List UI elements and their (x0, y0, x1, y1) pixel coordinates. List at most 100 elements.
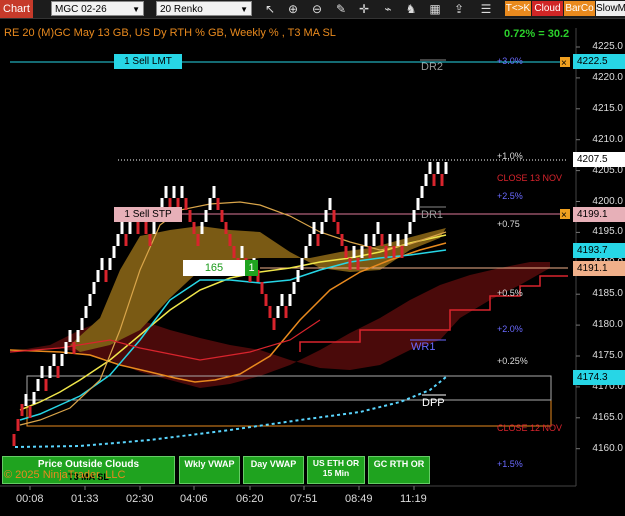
up-brick (212, 186, 216, 198)
range-box-orange (26, 375, 552, 427)
up-brick (292, 282, 296, 294)
down-brick (272, 318, 276, 330)
x-tick-label: 00:08 (16, 493, 44, 505)
down-brick (20, 404, 24, 416)
up-brick (48, 366, 52, 378)
up-brick (92, 282, 96, 294)
order-qty-button[interactable]: 1 (245, 260, 258, 276)
up-brick (288, 294, 292, 306)
down-brick (192, 222, 196, 234)
up-brick (328, 198, 332, 210)
down-brick (284, 306, 288, 318)
pct-0-25-label: +0.25% (497, 356, 528, 366)
sell-lmt-order[interactable]: 1 Sell LMT (114, 54, 182, 69)
chart-title: RE 20 (M)GC May 13 GB, US Dy RTH % GB, W… (4, 27, 336, 39)
up-brick (40, 366, 44, 378)
down-brick (380, 234, 384, 246)
dr2-label: DR2 (421, 61, 444, 73)
price-chart[interactable]: × × (0, 0, 625, 516)
up-brick (372, 234, 376, 246)
down-brick (368, 246, 372, 258)
down-brick (260, 282, 264, 294)
up-brick (112, 246, 116, 258)
x-tick-label: 06:20 (236, 493, 264, 505)
y-tick-label: 4195.0 (592, 226, 623, 238)
pct-2-5-label: +2.5% (497, 191, 523, 201)
y-tick-label: 4175.0 (592, 350, 623, 361)
up-brick (128, 222, 132, 234)
down-brick (216, 198, 220, 210)
pct-0-5-label: +0.5% (497, 288, 523, 298)
up-brick (116, 234, 120, 246)
up-brick (300, 258, 304, 270)
up-brick (68, 330, 72, 342)
up-brick (428, 162, 432, 174)
up-brick (280, 294, 284, 306)
down-brick (384, 246, 388, 258)
down-brick (44, 379, 48, 391)
down-brick (400, 246, 404, 258)
up-brick (424, 174, 428, 186)
down-brick (72, 342, 76, 354)
down-brick (220, 210, 224, 222)
up-brick (416, 198, 420, 210)
y-tick-label: 4225.0 (592, 41, 623, 52)
vwap-dotted (14, 376, 447, 448)
down-brick (316, 234, 320, 246)
sell-stp-order[interactable]: 1 Sell STP (114, 207, 182, 222)
pct-3-label: +3.0% (497, 56, 523, 66)
x-tick-label: 11:19 (400, 493, 427, 505)
order-qty-box[interactable]: 165 (183, 260, 245, 276)
down-brick (184, 198, 188, 210)
wkly-vwap-button[interactable]: Wkly VWAP (179, 456, 240, 484)
up-brick (208, 198, 212, 210)
up-brick (396, 234, 400, 246)
down-brick (188, 210, 192, 222)
down-brick (268, 306, 272, 318)
up-brick (100, 258, 104, 270)
down-brick (12, 434, 16, 446)
up-brick (76, 330, 80, 342)
down-brick (392, 246, 396, 258)
price-flag-4191: 4191.1 (573, 261, 625, 276)
price-flag-4222: 4222.5 (573, 54, 625, 69)
down-brick (332, 210, 336, 222)
range-box-white (26, 375, 552, 401)
up-brick (304, 246, 308, 258)
down-brick (148, 234, 152, 246)
svg-text:×: × (561, 210, 567, 221)
copyright-text: © 2025 NinjaTrader, LLC (4, 469, 126, 481)
down-brick (264, 294, 268, 306)
down-brick (124, 234, 128, 246)
down-brick (16, 419, 20, 431)
pct-1-label: +1.0% (497, 151, 523, 161)
gc-rth-or-button[interactable]: GC RTH OR (368, 456, 430, 484)
up-brick (364, 234, 368, 246)
up-brick (84, 306, 88, 318)
up-brick (152, 222, 156, 234)
up-brick (412, 210, 416, 222)
down-brick (232, 246, 236, 258)
up-brick (324, 210, 328, 222)
up-brick (32, 392, 36, 404)
up-brick (204, 210, 208, 222)
down-brick (336, 222, 340, 234)
up-brick (64, 342, 68, 354)
up-brick (24, 394, 28, 406)
price-flag-4174: 4174.3 (573, 370, 625, 385)
y-tick-label: 4180.0 (592, 319, 623, 331)
up-brick (60, 354, 64, 366)
up-brick (352, 246, 356, 258)
down-brick (136, 222, 140, 234)
y-tick-label: 4210.0 (592, 133, 623, 145)
svg-text:×: × (561, 58, 567, 69)
day-vwap-button[interactable]: Day VWAP (243, 456, 304, 484)
up-brick (376, 222, 380, 234)
up-brick (180, 186, 184, 198)
us-eth-or-button[interactable]: US ETH OR 15 Min (307, 456, 365, 484)
up-brick (120, 222, 124, 234)
down-brick (228, 234, 232, 246)
up-brick (36, 379, 40, 391)
down-brick (144, 222, 148, 234)
y-tick-label: 4200.0 (592, 195, 623, 207)
